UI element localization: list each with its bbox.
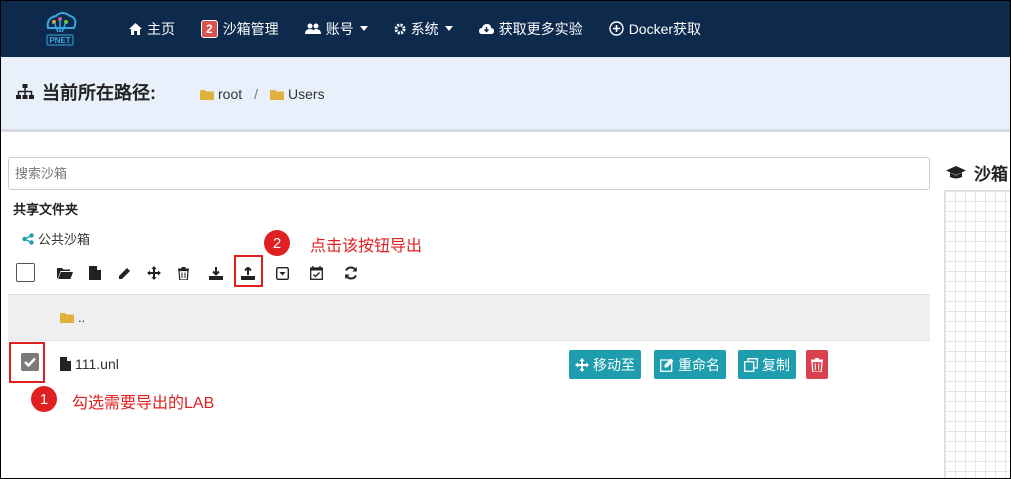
nav-home[interactable]: 主页: [116, 0, 188, 57]
nav-sandbox-manage-label: 沙箱管理: [222, 20, 279, 37]
rename-button[interactable]: 重命名: [654, 350, 726, 379]
folder-icon: [200, 89, 214, 100]
refresh-icon[interactable]: [342, 264, 360, 282]
move-icon[interactable]: [145, 264, 163, 282]
nav-get-labs[interactable]: 获取更多实验: [466, 0, 596, 57]
nav-docker-label: Docker获取: [628, 20, 702, 37]
nav-system[interactable]: 系统: [381, 0, 466, 57]
breadcrumb-users[interactable]: Users: [270, 86, 325, 102]
folder-icon: [270, 89, 285, 100]
nav-account[interactable]: 账号: [292, 0, 381, 57]
delete-icon[interactable]: [174, 264, 192, 282]
delete-file-button[interactable]: [806, 350, 828, 379]
calendar-check-icon[interactable]: [307, 264, 325, 282]
shared-folder-title: 共享文件夹: [13, 202, 79, 217]
plus-circle-icon: [608, 21, 624, 36]
folder-icon: [60, 312, 74, 323]
trash-icon: [811, 357, 823, 372]
table-row[interactable]: 111.unl 移动至 重命名 复制: [8, 340, 930, 384]
copy-icon: [744, 357, 758, 372]
select-all-checkbox[interactable]: [16, 263, 35, 282]
topology-canvas[interactable]: [944, 190, 1011, 479]
edit-icon[interactable]: [115, 264, 133, 282]
open-folder-icon[interactable]: [56, 264, 74, 282]
rename-label: 重命名: [678, 356, 720, 373]
public-sandbox-label: 公共沙箱: [38, 232, 91, 247]
step-1-annotation: 勾选需要导出的LAB: [72, 395, 215, 412]
breadcrumb-users-label: Users: [288, 86, 325, 102]
copy-button[interactable]: 复制: [738, 350, 796, 379]
sandbox-count-badge: 2: [201, 19, 218, 38]
file-icon: [60, 357, 71, 371]
nav-system-label: 系统: [410, 20, 439, 37]
breadcrumb-separator: /: [254, 86, 259, 102]
logo-text: PNET: [49, 36, 70, 45]
breadcrumb-root-label: root: [218, 86, 243, 102]
nav-account-label: 账号: [325, 20, 354, 37]
path-title: 当前所在路径:: [16, 79, 156, 105]
step-2-annotation: 点击该按钮导出: [310, 238, 423, 255]
graduation-cap-icon: [946, 165, 966, 180]
move-to-label: 移动至: [593, 356, 635, 373]
parent-folder-label: ..: [78, 310, 86, 325]
right-panel-title: 沙箱: [946, 160, 1008, 185]
path-bar: 当前所在路径: root / Users: [0, 57, 1011, 132]
breadcrumb-root[interactable]: root: [200, 86, 242, 102]
top-navbar: PNET 主页 2 沙箱管理 账号 系统 获取更多实验 Docker获取: [0, 0, 1011, 57]
copy-label: 复制: [762, 356, 790, 373]
move-to-button[interactable]: 移动至: [569, 350, 641, 379]
import-icon[interactable]: [207, 264, 225, 282]
gear-icon: [394, 23, 406, 35]
parent-folder-link[interactable]: ..: [60, 310, 85, 325]
export-icon[interactable]: [239, 264, 257, 282]
breadcrumb: root / Users: [200, 86, 325, 102]
home-icon: [129, 22, 142, 35]
nav-home-label: 主页: [147, 20, 175, 37]
step-1-marker: 1: [31, 386, 57, 412]
file-name-link[interactable]: 111.unl: [60, 356, 119, 372]
cloud-download-icon: [478, 23, 494, 35]
file-name-label: 111.unl: [75, 356, 119, 372]
path-title-text: 当前所在路径:: [42, 83, 156, 103]
edit-square-icon: [660, 358, 674, 372]
sandbox-search-input[interactable]: [8, 157, 930, 190]
public-sandbox-link[interactable]: 公共沙箱: [22, 229, 90, 248]
nav-sandbox-manage[interactable]: 2 沙箱管理: [188, 0, 292, 57]
step-2-marker: 2: [264, 230, 290, 256]
share-icon: [22, 232, 34, 245]
pnet-logo[interactable]: PNET: [40, 8, 80, 48]
nav-docker[interactable]: Docker获取: [596, 0, 714, 57]
move-icon: [575, 357, 589, 372]
right-panel-title-text: 沙箱: [974, 165, 1008, 184]
chevron-down-icon: [359, 26, 368, 31]
sitemap-icon: [16, 84, 34, 100]
nav-get-labs-label: 获取更多实验: [498, 20, 583, 37]
chevron-down-icon: [444, 26, 453, 31]
users-icon: [304, 23, 321, 35]
file-checkbox[interactable]: [21, 353, 39, 371]
parent-folder-row[interactable]: ..: [8, 294, 930, 340]
collapse-icon[interactable]: [273, 264, 291, 282]
new-file-icon[interactable]: [86, 264, 104, 282]
